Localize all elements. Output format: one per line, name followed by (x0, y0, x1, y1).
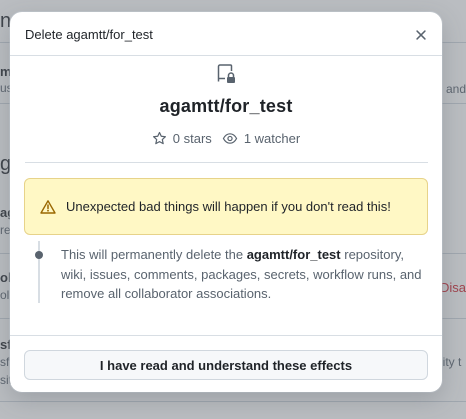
close-button[interactable] (410, 24, 432, 46)
confirm-read-button[interactable]: I have read and understand these effects (24, 350, 428, 380)
warning-banner: Unexpected bad things will happen if you… (24, 178, 428, 235)
stars-label: 0 stars (172, 131, 212, 146)
warning-text: Unexpected bad things will happen if you… (66, 199, 391, 214)
alert-icon (40, 199, 56, 214)
watchers-label: 1 watcher (243, 131, 301, 146)
repo-name-heading: agamtt/for_test (159, 96, 293, 116)
timeline-dot (35, 251, 43, 259)
repo-locked-icon (217, 64, 235, 83)
star-icon (152, 131, 166, 145)
desc-repo-name: agamtt/for_test (246, 247, 341, 262)
dialog-header: Delete agamtt/for_test (10, 12, 442, 56)
repo-stats: 0 stars 1 watcher (10, 131, 442, 146)
stars-count: 0 stars (152, 131, 212, 146)
delete-description: This will permanently delete the agamtt/… (61, 245, 431, 304)
footer-divider (10, 335, 442, 336)
x-icon (416, 30, 426, 40)
dialog-title: Delete agamtt/for_test (25, 27, 153, 42)
watchers-count: 1 watcher (222, 131, 300, 146)
eye-icon (222, 133, 238, 144)
delete-repo-dialog: Delete agamtt/for_test agamtt/for_test 0… (10, 12, 442, 392)
desc-before: This will permanently delete the (61, 247, 247, 262)
divider (25, 162, 428, 163)
